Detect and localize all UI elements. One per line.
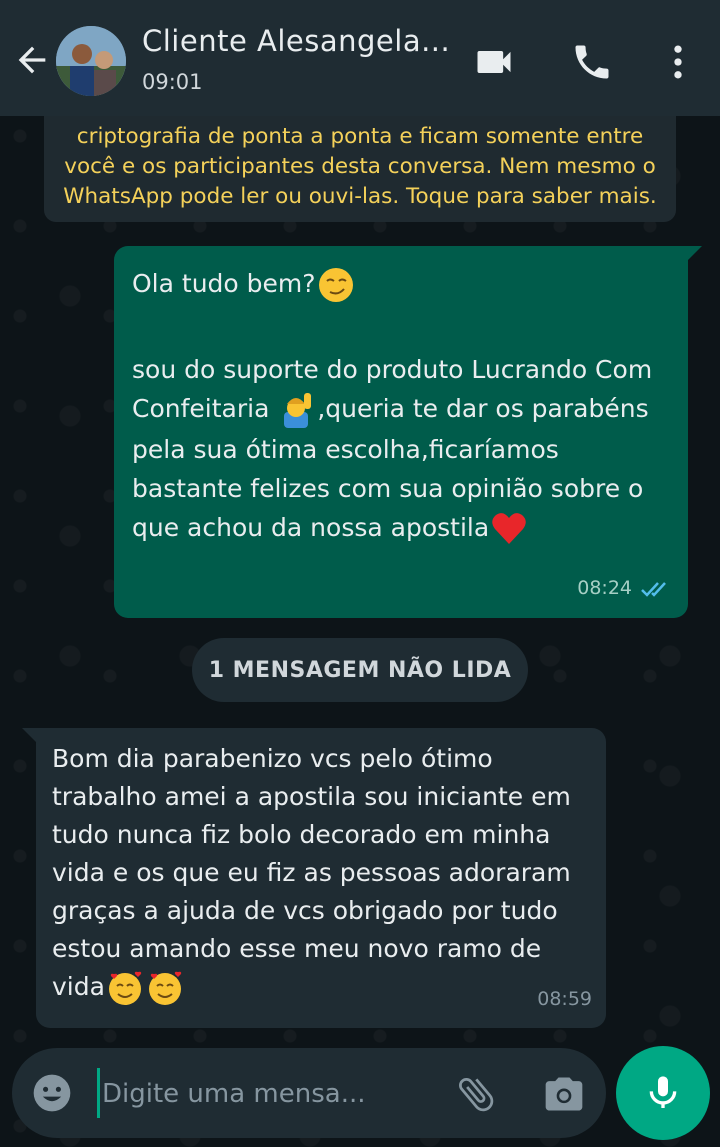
camera-icon[interactable]: [542, 1072, 586, 1116]
outgoing-message-time: 08:24: [577, 577, 632, 599]
outgoing-message-meta: 08:24: [577, 569, 672, 608]
unread-messages-divider: 1 MENSAGEM NÃO LIDA: [192, 638, 528, 702]
smiling-face-with-hearts-emoji-icon: [148, 971, 182, 1005]
encryption-notice-text: criptografia de ponta a ponta e ficam so…: [63, 124, 657, 209]
incoming-message-bubble[interactable]: Bom dia parabenizo vcs pelo ótimo trabal…: [22, 728, 606, 1028]
contact-name[interactable]: Cliente Alesangela...: [142, 24, 450, 58]
incoming-message-text: Bom dia parabenizo vcs pelo ótimo trabal…: [52, 744, 571, 1001]
outgoing-message-line-1: Ola tudo bem?: [132, 264, 670, 305]
video-call-icon[interactable]: [472, 40, 516, 84]
phone-call-icon[interactable]: [570, 40, 614, 84]
red-heart-emoji-icon: [492, 513, 526, 544]
paperclip-icon[interactable]: [454, 1072, 498, 1116]
message-composer: [12, 1048, 606, 1138]
avatar[interactable]: [56, 26, 126, 96]
smiling-face-with-hearts-emoji-icon: [108, 971, 142, 1005]
raising-hand-emoji-icon: [284, 393, 312, 428]
incoming-message-time: 08:59: [537, 988, 592, 1010]
encryption-notice[interactable]: criptografia de ponta a ponta e ficam so…: [44, 100, 676, 222]
microphone-button[interactable]: [616, 1046, 710, 1140]
bubble-tail: [686, 246, 702, 262]
emoji-icon[interactable]: [30, 1071, 74, 1115]
smirk-emoji-icon: [318, 268, 353, 302]
text-cursor: [97, 1068, 100, 1118]
more-options-icon[interactable]: [656, 40, 700, 84]
double-check-icon: [641, 581, 666, 597]
outgoing-message-bubble[interactable]: Ola tudo bem? sou do suporte do produto …: [114, 246, 702, 618]
bubble-tail: [22, 728, 38, 744]
last-seen-time: 09:01: [142, 70, 203, 94]
message-input[interactable]: [102, 1072, 432, 1116]
chat-header: Cliente Alesangela... 09:01: [0, 0, 720, 116]
avatar-photo: [56, 26, 126, 96]
back-arrow-icon[interactable]: [12, 40, 52, 80]
outgoing-message-body: sou do suporte do produto Lucrando Com C…: [132, 350, 670, 549]
outgoing-greeting-text: Ola tudo bem?: [132, 269, 316, 298]
microphone-icon: [649, 1076, 677, 1108]
